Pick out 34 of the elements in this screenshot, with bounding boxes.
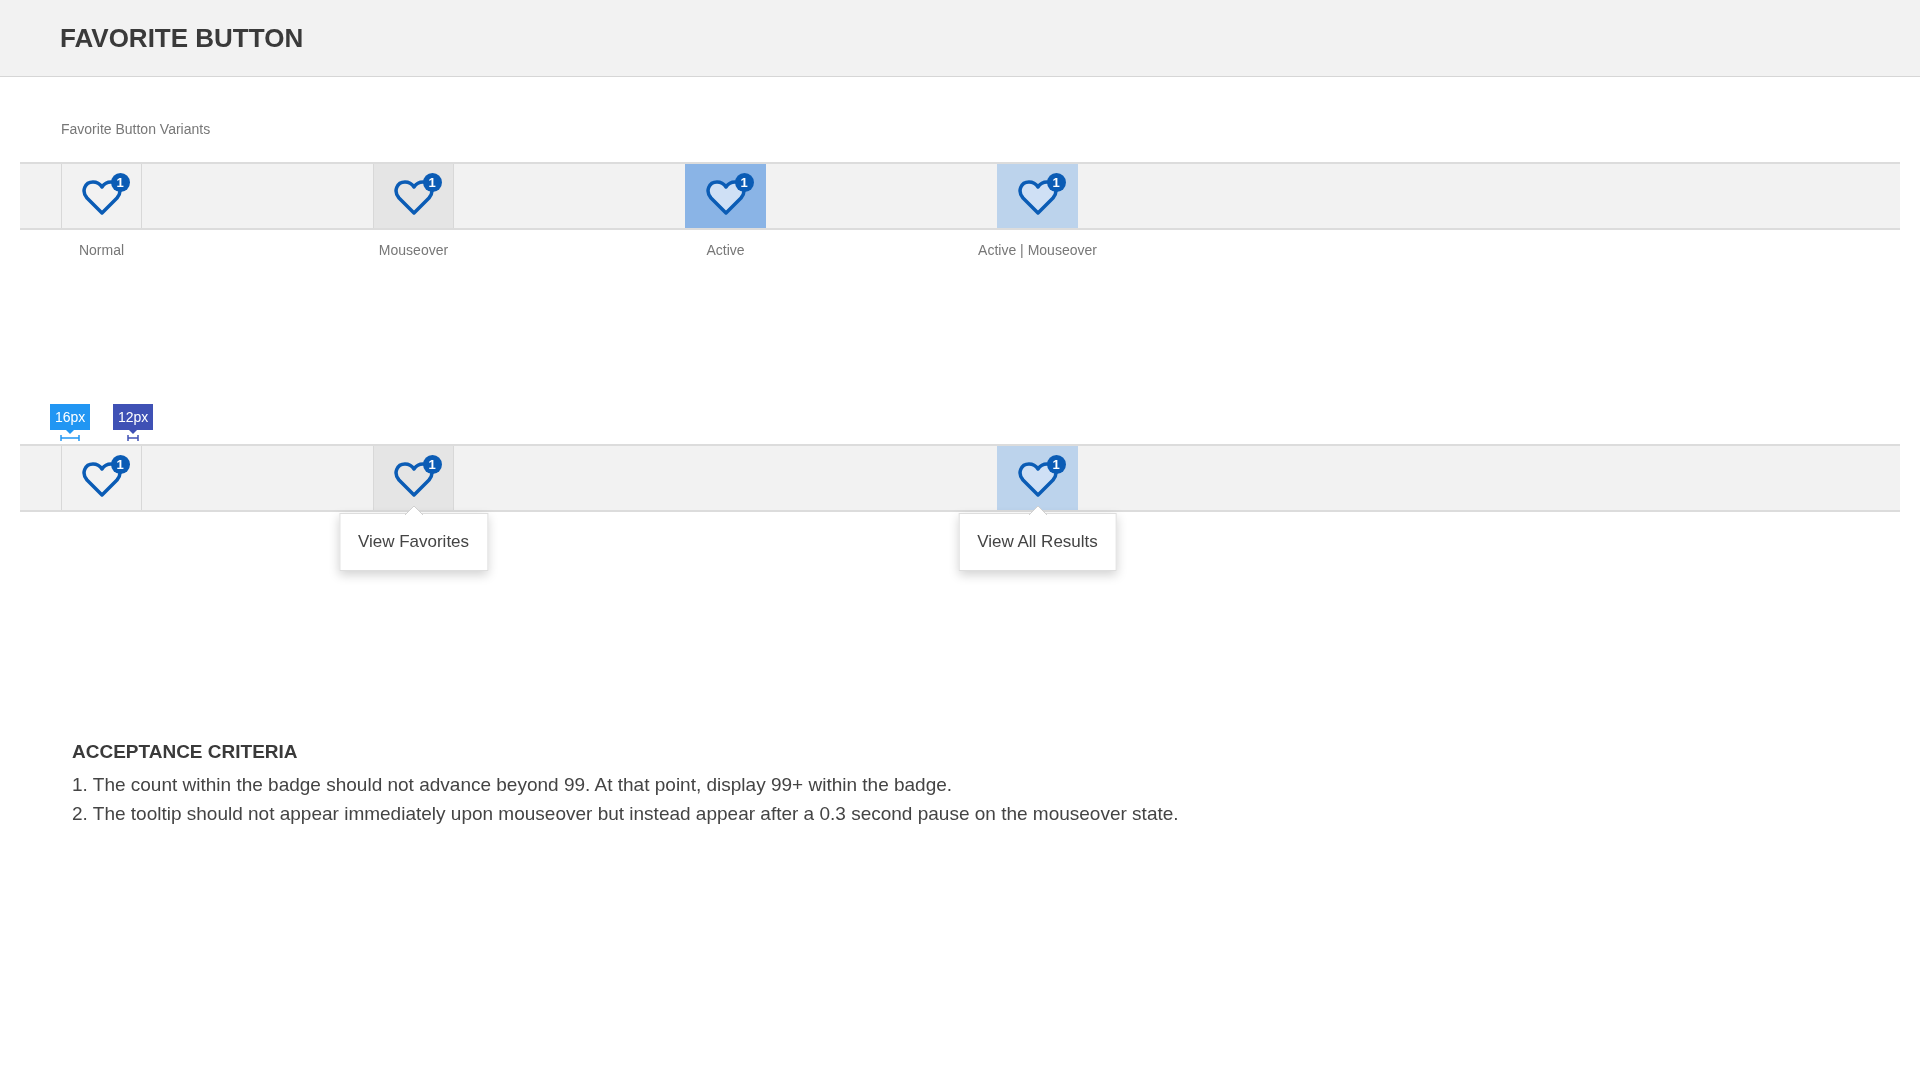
heart-icon (1017, 180, 1058, 216)
count-badge: 1 (1046, 173, 1066, 192)
heart-icon (393, 180, 434, 216)
variant-label: Active | Mouseover (978, 242, 1097, 258)
heart-icon (81, 462, 122, 498)
variant-label: Normal (78, 242, 125, 258)
heart-icon (393, 462, 434, 498)
tooltip: View All Results (958, 513, 1117, 571)
count-badge: 1 (110, 455, 130, 474)
criteria-heading: ACCEPTANCE CRITERIA (72, 741, 299, 763)
favorite-button[interactable]: 1 (373, 164, 454, 228)
dimension-line (60, 435, 81, 441)
dimension-line (127, 435, 140, 441)
criteria-item: 2. The tooltip should not appear immediately upon mouseover but instead appear after a 0.3 second pause on the mouseover state. (72, 802, 1180, 825)
heart-icon (81, 180, 122, 216)
count-badge: 1 (422, 455, 442, 474)
favorite-button[interactable]: 1 (997, 164, 1078, 228)
section-caption: Favorite Button Variants (61, 121, 212, 139)
variant-label: Mouseover (378, 242, 449, 258)
count-badge: 1 (422, 173, 442, 192)
favorite-button[interactable]: 1 (61, 446, 142, 510)
heart-icon (1017, 462, 1058, 498)
count-badge: 1 (110, 173, 130, 192)
page-title: FAVORITE BUTTON (60, 22, 304, 54)
favorite-button[interactable]: 1 (685, 164, 766, 228)
count-badge: 1 (1046, 455, 1066, 474)
variant-label: Active (706, 242, 745, 258)
favorite-button[interactable]: 1 (61, 164, 142, 228)
tooltip: View Favorites (338, 513, 489, 571)
favorite-button[interactable]: 1 (997, 446, 1078, 510)
criteria-item: 1. The count within the badge should not advance beyond 99. At that point, display 99+ within the badge. (72, 773, 954, 796)
heart-icon (705, 180, 746, 216)
favorite-button[interactable]: 1 (373, 446, 454, 510)
count-badge: 1 (734, 173, 754, 192)
